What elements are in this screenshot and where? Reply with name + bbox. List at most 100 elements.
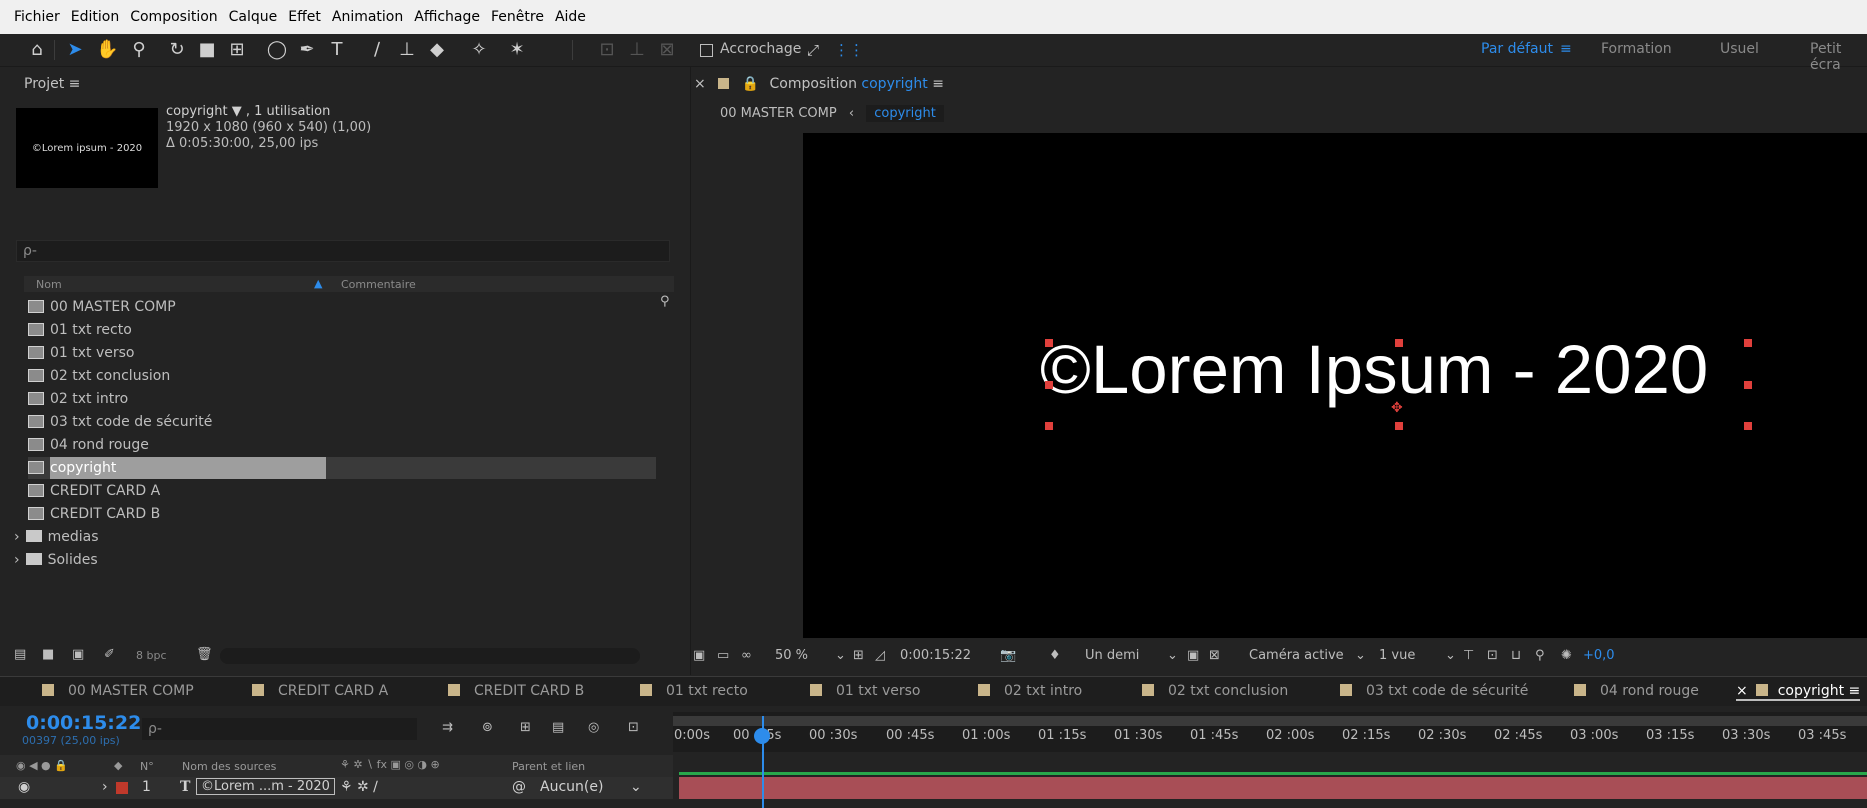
zoom-select[interactable]: 50 % (775, 648, 808, 663)
flowchart-icon[interactable]: ⚲ (1535, 648, 1545, 663)
project-item[interactable]: 04 rond rouge (28, 434, 656, 456)
selection-tool-icon[interactable]: ➤ (64, 39, 86, 61)
workspace-usuel[interactable]: Usuel (1720, 41, 1759, 57)
comp-flowchart-icon[interactable]: ⊡ (628, 720, 639, 735)
chevron-down-icon[interactable]: ⌄ (1355, 648, 1366, 663)
timeline-tab[interactable]: 03 txt code de sécurité (1340, 683, 1528, 699)
trash-icon[interactable]: 🗑 (196, 647, 213, 662)
timeline-tab[interactable]: 01 txt verso (810, 683, 921, 699)
text-tool-icon[interactable]: T (326, 39, 348, 61)
menu-edition[interactable]: Edition (71, 9, 119, 25)
workspace-default[interactable]: Par défaut (1481, 41, 1553, 57)
zoom-tool-icon[interactable]: ⚲ (128, 39, 150, 61)
panel-menu-icon[interactable]: ≡ (1849, 683, 1861, 699)
interpret-footage-icon[interactable]: ▤ (14, 647, 26, 662)
breadcrumb-current[interactable]: copyright (866, 105, 944, 122)
playhead-handle[interactable] (754, 728, 770, 744)
canvas-text-layer[interactable]: ©Lorem Ipsum - 2020 (1040, 330, 1708, 409)
region-icon[interactable]: ◿ (875, 648, 885, 663)
col-source-name[interactable]: Nom des sources (182, 760, 276, 773)
pickwhip-icon[interactable]: @ (512, 779, 526, 795)
project-item-selected[interactable]: copyright (28, 457, 656, 479)
transform-handle[interactable] (1395, 339, 1403, 347)
comp-timecode[interactable]: 0:00:15:22 (900, 648, 971, 663)
clone-stamp-tool-icon[interactable]: ⊥ (396, 39, 418, 61)
project-item[interactable]: 02 txt intro (28, 388, 656, 410)
brush-tool-icon[interactable]: ∕ (366, 39, 388, 61)
menu-calque[interactable]: Calque (229, 9, 278, 25)
new-folder-icon[interactable]: ■ (42, 647, 54, 662)
menu-aide[interactable]: Aide (555, 9, 586, 25)
hand-tool-icon[interactable]: ✋ (96, 39, 118, 61)
bit-depth-button[interactable]: 8 bpc (136, 649, 167, 662)
exposure-icon[interactable]: ✺ (1561, 648, 1572, 663)
timeline-tab[interactable]: 02 txt intro (978, 683, 1082, 699)
timeline-timecode[interactable]: 0:00:15:22 (26, 712, 141, 734)
layer-switches[interactable]: ⚘ ✲ ∕ (340, 779, 378, 795)
home-icon[interactable]: ⌂ (26, 39, 48, 61)
close-icon[interactable]: × (694, 76, 706, 92)
view-axis-icon[interactable]: ⊠ (656, 39, 678, 61)
camera-select[interactable]: Caméra active (1249, 648, 1344, 663)
transform-handle[interactable] (1045, 422, 1053, 430)
color-channel-icon[interactable]: ♦ (1049, 648, 1061, 663)
roi-icon[interactable]: ▣ (1187, 648, 1199, 663)
graph-editor-icon[interactable]: ◎ (588, 720, 599, 735)
grid-icon[interactable]: ⊞ (853, 648, 864, 663)
menu-composition[interactable]: Composition (130, 9, 217, 25)
project-folder[interactable]: › Solides (14, 549, 642, 571)
timeline-tab[interactable]: 01 txt recto (640, 683, 748, 699)
workspace-petit-ecran[interactable]: Petit écra (1810, 41, 1867, 73)
ellipse-tool-icon[interactable]: ◯ (266, 39, 288, 61)
menu-animation[interactable]: Animation (332, 9, 403, 25)
project-item[interactable]: 01 txt recto (28, 319, 656, 341)
panel-menu-icon[interactable]: ≡ (932, 76, 944, 92)
rotation-tool-icon[interactable]: ↻ (166, 39, 188, 61)
snap-options-icon[interactable]: ⤢ (802, 39, 824, 61)
snap-grid-icon[interactable]: ⋮⋮ (834, 39, 864, 61)
close-icon[interactable]: × (1736, 683, 1748, 699)
snap-checkbox[interactable] (700, 44, 713, 57)
new-composition-icon[interactable]: ▣ (72, 647, 84, 662)
workspace-menu-icon[interactable]: ≡ (1560, 41, 1572, 57)
timeline-tab[interactable]: 04 rond rouge (1574, 683, 1699, 699)
menu-fenetre[interactable]: Fenêtre (491, 9, 544, 25)
work-area-bar[interactable] (673, 716, 1867, 726)
layer-row[interactable]: ◉ › 1 T ©Lorem ...m - 2020 ⚘ ✲ ∕ @ Aucun… (0, 777, 673, 799)
draft-3d-icon[interactable]: ⇉ (442, 720, 453, 735)
project-item[interactable]: 00 MASTER COMP (28, 296, 656, 318)
pen-settings-icon[interactable]: ✐ (104, 647, 115, 662)
transparency-grid-icon[interactable]: ⊠ (1209, 648, 1220, 663)
fast-previews-icon[interactable]: ⊡ (1487, 648, 1498, 663)
menu-fichier[interactable]: Fichier (14, 9, 60, 25)
project-item[interactable]: 01 txt verso (28, 342, 656, 364)
timeline-search-input[interactable]: ρ- (142, 718, 417, 740)
col-name-header[interactable]: Nom (36, 278, 62, 291)
display-icon[interactable]: ▭ (717, 648, 729, 663)
chevron-right-icon[interactable]: › (102, 779, 108, 795)
motion-blur-icon[interactable]: ▤ (552, 720, 564, 735)
chevron-down-icon[interactable]: ⌄ (835, 648, 846, 663)
chevron-right-icon[interactable]: › (14, 529, 20, 545)
transform-handle[interactable] (1045, 381, 1053, 389)
views-select[interactable]: 1 vue (1379, 648, 1415, 663)
project-item[interactable]: 02 txt conclusion (28, 365, 656, 387)
comp-tab-header[interactable]: × 🔒 Composition copyright ≡ (694, 76, 944, 92)
chevron-right-icon[interactable]: › (14, 552, 20, 568)
transform-handle[interactable] (1395, 422, 1403, 430)
transform-handle[interactable] (1744, 381, 1752, 389)
project-item[interactable]: CREDIT CARD B (28, 503, 656, 525)
project-scrollbar[interactable] (220, 648, 640, 664)
anchor-point-icon[interactable]: ✥ (1391, 400, 1403, 416)
workspace-formation[interactable]: Formation (1601, 41, 1672, 57)
chevron-down-icon[interactable]: ⌄ (1445, 648, 1456, 663)
shy-layers-icon[interactable]: ⊚ (482, 720, 493, 735)
project-search-input[interactable]: ρ- (16, 240, 670, 262)
preview-icon[interactable]: ▣ (693, 648, 705, 663)
mask-visibility-icon[interactable]: ∞ (741, 648, 752, 663)
timeline-tab[interactable]: 00 MASTER COMP (42, 683, 194, 699)
frame-blending-icon[interactable]: ⊞ (520, 720, 531, 735)
snapshot-icon[interactable]: 📷 (1000, 648, 1016, 663)
timeline-tab[interactable]: CREDIT CARD B (448, 683, 584, 699)
menu-affichage[interactable]: Affichage (414, 9, 480, 25)
